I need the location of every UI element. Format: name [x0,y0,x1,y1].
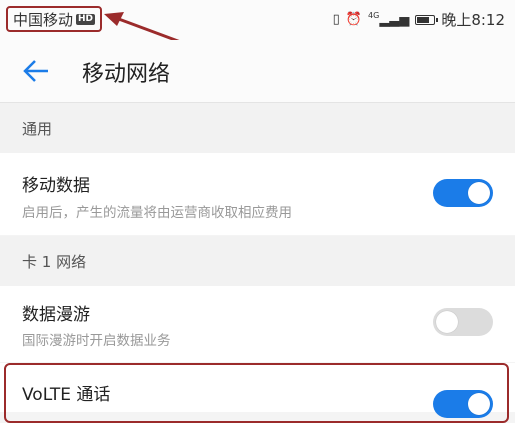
mobile-data-toggle[interactable] [433,179,493,207]
setting-row-mobile-data[interactable]: 移动数据 启用后，产生的流量将由运营商收取相应费用 [0,153,515,235]
setting-subtitle: 国际漫游时开启数据业务 [22,333,171,349]
section-header-general: 通用 [0,103,515,153]
arrow-left-icon[interactable] [22,58,50,84]
setting-row-data-roaming[interactable]: 数据漫游 国际漫游时开启数据业务 [0,286,515,362]
page-title: 移动网络 [82,62,171,87]
data-roaming-toggle[interactable] [433,308,493,336]
volte-highlight [4,363,509,423]
setting-title: 移动数据 [22,176,90,196]
setting-subtitle: 启用后，产生的流量将由运营商收取相应费用 [22,205,292,221]
section-label: 卡 1 网络 [22,253,87,271]
section-label: 通用 [22,120,53,138]
title-bar: 移动网络 [0,40,515,103]
section-header-card1: 卡 1 网络 [0,236,515,286]
setting-title: 数据漫游 [22,305,90,325]
